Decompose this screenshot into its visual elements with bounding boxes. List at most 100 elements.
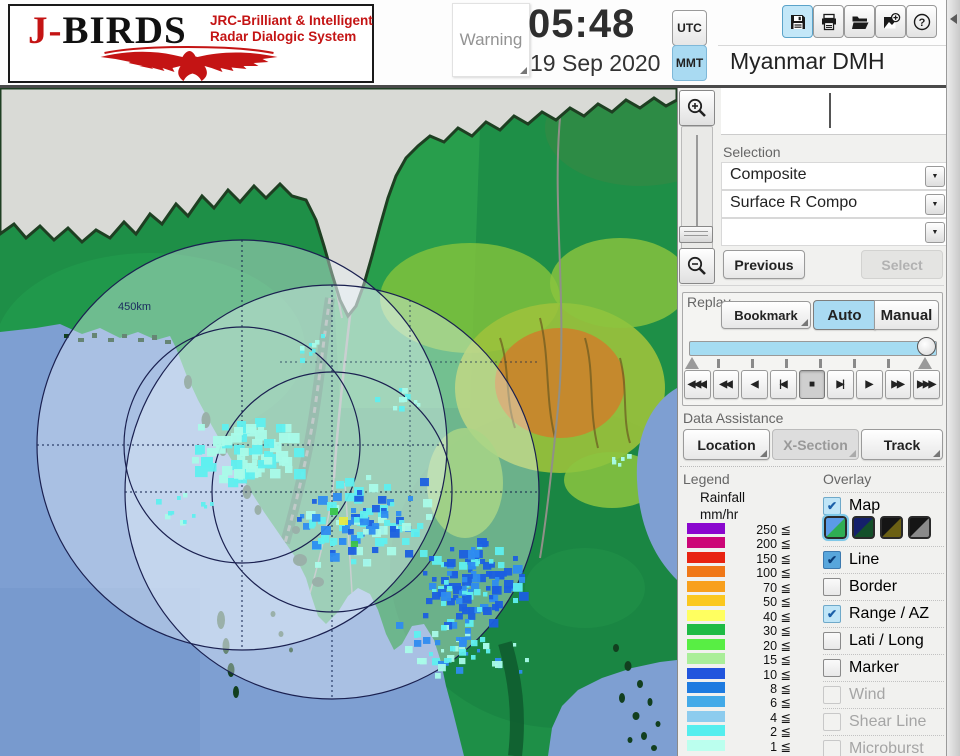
radar-echo xyxy=(345,493,354,501)
panel-collapse-bar[interactable] xyxy=(946,0,960,756)
save-button[interactable] xyxy=(782,5,813,38)
previous-button[interactable]: Previous xyxy=(723,250,805,279)
fastest-forward-button[interactable]: ▶▶▶ xyxy=(913,370,940,399)
checkbox[interactable]: ✔ xyxy=(823,551,841,569)
stop-button[interactable]: ■ xyxy=(799,370,826,399)
zoom-in-button[interactable] xyxy=(679,90,715,126)
print-icon xyxy=(819,12,839,32)
overlay-row-shear-line[interactable]: Shear Line xyxy=(823,708,944,735)
radar-echo xyxy=(252,445,263,454)
dropdown-extra[interactable]: ▼ xyxy=(721,218,947,246)
overlay-row-line[interactable]: ✔Line xyxy=(823,546,944,573)
track-button[interactable]: Track xyxy=(861,429,943,460)
checkbox[interactable] xyxy=(823,632,841,650)
overlay-row-wind[interactable]: Wind xyxy=(823,681,944,708)
map-style-swatch[interactable] xyxy=(824,516,847,539)
fast-rewind-button[interactable]: ◀◀ xyxy=(713,370,740,399)
chevron-down-icon: ▼ xyxy=(932,229,939,236)
replay-slider-handle[interactable] xyxy=(917,337,936,356)
utc-button[interactable]: UTC xyxy=(672,10,707,46)
help-button[interactable]: ? xyxy=(906,5,937,38)
warning-label: Warning xyxy=(460,30,523,50)
radar-echo xyxy=(426,598,432,604)
overlay-row-marker[interactable]: Marker xyxy=(823,654,944,681)
checkbox[interactable]: ✔ xyxy=(823,497,841,515)
legend-swatch xyxy=(687,639,725,650)
radar-echo xyxy=(375,397,380,402)
chevron-down-icon: ▼ xyxy=(932,173,939,180)
overlay-row-lati-long[interactable]: Lati / Long xyxy=(823,627,944,654)
step-forward-button[interactable]: ▶| xyxy=(827,370,854,399)
overlay-row-map[interactable]: ✔Map xyxy=(823,492,944,519)
auto-button[interactable]: Auto xyxy=(813,300,876,330)
warning-button[interactable]: Warning xyxy=(452,3,530,77)
play-button[interactable]: ▶ xyxy=(856,370,883,399)
checkbox[interactable] xyxy=(823,659,841,677)
map-style-swatch[interactable] xyxy=(880,516,903,539)
radar-echo xyxy=(459,637,467,644)
radar-echo xyxy=(396,622,403,629)
radar-echo xyxy=(420,478,429,486)
mmt-button[interactable]: MMT xyxy=(672,45,707,81)
radar-echo xyxy=(450,646,455,651)
checkbox[interactable] xyxy=(823,740,841,756)
dropdown-value: Composite xyxy=(730,166,806,184)
radar-echo xyxy=(438,664,446,671)
checkbox[interactable] xyxy=(823,578,841,596)
radar-echo xyxy=(465,628,471,634)
dropdown-arrow-button[interactable]: ▼ xyxy=(925,222,945,243)
radar-echo xyxy=(429,556,434,561)
checkbox[interactable] xyxy=(823,713,841,731)
dropdown-arrow-button[interactable]: ▼ xyxy=(925,194,945,215)
overlay-row-range-az[interactable]: ✔Range / AZ xyxy=(823,600,944,627)
print-button[interactable] xyxy=(813,5,844,38)
radar-echo xyxy=(513,598,518,603)
radar-echo xyxy=(192,457,199,464)
magnifier-minus-icon xyxy=(685,254,709,278)
radar-echo xyxy=(396,511,401,516)
radar-echo xyxy=(441,601,446,606)
radar-echo xyxy=(252,460,257,465)
add-view-button[interactable] xyxy=(875,5,906,38)
radar-echo xyxy=(231,460,242,470)
checkbox[interactable] xyxy=(823,686,841,704)
slider-right-marker[interactable] xyxy=(918,357,932,369)
map-style-swatch[interactable] xyxy=(908,516,931,539)
manual-button[interactable]: Manual xyxy=(874,300,939,330)
legend-row: 2 ≦ xyxy=(687,724,797,737)
overlay-row-microburst[interactable]: Microburst xyxy=(823,735,944,756)
dropdown-arrow-button[interactable]: ▼ xyxy=(925,166,945,187)
map-style-swatch[interactable] xyxy=(852,516,875,539)
slider-left-marker[interactable] xyxy=(685,357,699,369)
replay-slider-track[interactable] xyxy=(689,341,937,356)
overlay-row-border[interactable]: Border xyxy=(823,573,944,600)
radar-echo xyxy=(285,466,292,473)
fastest-rewind-button[interactable]: ◀◀◀ xyxy=(684,370,711,399)
zoom-out-button[interactable] xyxy=(679,248,715,284)
radar-echo xyxy=(432,592,440,600)
fast-forward-button[interactable]: ▶▶ xyxy=(885,370,912,399)
radar-map-area[interactable]: 450km xyxy=(0,88,677,756)
checkbox[interactable]: ✔ xyxy=(823,605,841,623)
dropdown-value: Surface R Compo xyxy=(730,194,857,212)
overlay-item-label: Border xyxy=(849,578,897,596)
zoom-slider-handle[interactable] xyxy=(679,226,713,243)
replay-group: Replay Bookmark Auto Manual ◀◀◀◀◀◀|◀■▶|▶… xyxy=(682,292,943,406)
play-reverse-button[interactable]: ◀ xyxy=(741,370,768,399)
radar-echo xyxy=(330,508,338,515)
dropdown-composite[interactable]: Composite ▼ xyxy=(721,162,947,190)
radar-echo xyxy=(450,547,454,551)
radar-echo xyxy=(228,478,238,487)
open-folder-button[interactable] xyxy=(844,5,875,38)
radar-echo xyxy=(198,424,205,431)
bookmark-button[interactable]: Bookmark xyxy=(721,301,811,329)
x-section-button[interactable]: X-Section xyxy=(772,429,859,460)
location-button[interactable]: Location xyxy=(683,429,770,460)
product-name-input[interactable] xyxy=(721,88,947,135)
step-back-button[interactable]: |◀ xyxy=(770,370,797,399)
radar-echo xyxy=(477,607,482,612)
dropdown-product[interactable]: Surface R Compo ▼ xyxy=(721,190,947,218)
select-button[interactable]: Select xyxy=(861,250,943,279)
radar-map[interactable]: 450km xyxy=(0,88,677,756)
legend-row: 20 ≦ xyxy=(687,638,797,651)
